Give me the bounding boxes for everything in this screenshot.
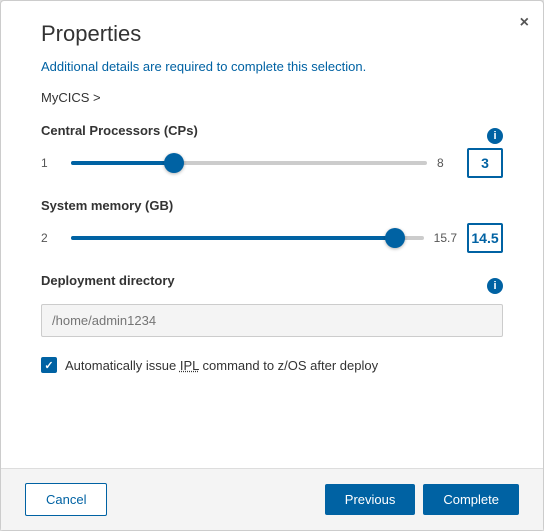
memory-min: 2 [41, 231, 61, 245]
ipl-label-post: command to z/OS after deploy [199, 358, 378, 373]
properties-dialog: × Properties Additional details are requ… [0, 0, 544, 531]
memory-slider-row: 2 15.7 14.5 [41, 223, 503, 253]
previous-button[interactable]: Previous [325, 484, 416, 515]
cancel-button[interactable]: Cancel [25, 483, 107, 516]
cpu-slider-fill [71, 161, 174, 165]
ipl-label-ipl: IPL [180, 358, 199, 373]
breadcrumb: MyCICS > [41, 90, 503, 105]
dialog-subtitle: Additional details are required to compl… [41, 59, 519, 74]
cpu-label: Central Processors (CPs) [41, 123, 198, 138]
cpu-min: 1 [41, 156, 61, 170]
memory-value: 14.5 [467, 223, 503, 253]
memory-slider-track [71, 236, 424, 240]
cpu-info-icon[interactable]: i [487, 128, 503, 144]
dialog-body: MyCICS > Central Processors (CPs) i 1 8 … [1, 90, 543, 468]
deploy-dir-section: Deployment directory i [41, 273, 503, 337]
memory-max: 15.7 [434, 231, 457, 245]
memory-section: System memory (GB) 2 15.7 14.5 [41, 198, 503, 253]
ipl-checkbox-label: Automatically issue IPL command to z/OS … [65, 358, 378, 373]
cpu-slider-thumb[interactable] [164, 153, 184, 173]
deploy-dir-label: Deployment directory [41, 273, 175, 288]
memory-slider-container[interactable] [71, 228, 424, 248]
memory-label: System memory (GB) [41, 198, 173, 213]
dialog-footer: Cancel Previous Complete [1, 468, 543, 530]
ipl-label-pre: Automatically issue [65, 358, 180, 373]
cpu-slider-row: 1 8 3 [41, 148, 503, 178]
memory-slider-thumb[interactable] [385, 228, 405, 248]
complete-button[interactable]: Complete [423, 484, 519, 515]
cpu-slider-track [71, 161, 427, 165]
footer-btn-group: Previous Complete [325, 484, 519, 515]
cpu-max: 8 [437, 156, 457, 170]
cpu-value: 3 [467, 148, 503, 178]
deploy-dir-info-icon[interactable]: i [487, 278, 503, 294]
deploy-dir-input[interactable] [41, 304, 503, 337]
ipl-checkbox[interactable] [41, 357, 57, 373]
memory-slider-fill [71, 236, 395, 240]
dialog-header: × Properties Additional details are requ… [1, 1, 543, 90]
dialog-title: Properties [41, 21, 519, 47]
cpu-slider-container[interactable] [71, 153, 427, 173]
close-button[interactable]: × [520, 15, 529, 31]
ipl-checkbox-row: Automatically issue IPL command to z/OS … [41, 357, 503, 373]
cpu-section: Central Processors (CPs) i 1 8 3 [41, 123, 503, 178]
